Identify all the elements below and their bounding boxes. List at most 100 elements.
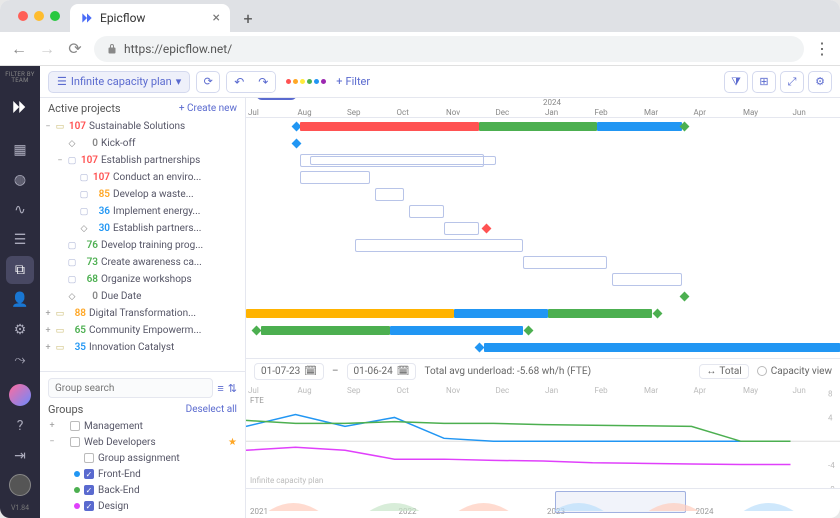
milestone-diamond-icon[interactable] xyxy=(680,292,690,302)
undo-button[interactable]: ↶ xyxy=(227,72,251,92)
tree-row[interactable]: ◇30Establish partners... xyxy=(40,220,245,237)
create-new-button[interactable]: + Create new xyxy=(179,103,237,114)
expand-button[interactable]: ⤢ xyxy=(780,71,804,93)
gantt-row[interactable] xyxy=(246,322,840,339)
tree-toggle-icon[interactable]: + xyxy=(44,343,52,353)
gantt-bar[interactable] xyxy=(390,326,524,335)
tree-toggle-icon[interactable]: + xyxy=(44,309,52,319)
address-bar[interactable]: https://epicflow.net/ xyxy=(94,36,804,62)
gantt-body[interactable] xyxy=(246,118,840,358)
gantt-row[interactable] xyxy=(246,339,840,356)
user-avatar-1[interactable] xyxy=(9,384,31,406)
gantt-row[interactable] xyxy=(246,152,840,169)
timeline-minimap[interactable]: 2021202220232024 xyxy=(246,488,840,518)
milestone-diamond-icon[interactable] xyxy=(251,326,261,336)
filter-button[interactable]: +Filter xyxy=(336,75,370,88)
nav-globe-icon[interactable]: ◍ xyxy=(6,166,34,194)
close-tab-icon[interactable]: × xyxy=(213,10,220,26)
redo-button[interactable]: ↷ xyxy=(251,72,275,92)
capacity-view-toggle[interactable]: Capacity view xyxy=(757,366,832,377)
tree-row[interactable]: ▢73Create awareness ca... xyxy=(40,254,245,271)
group-row[interactable]: ✓Design xyxy=(40,498,245,514)
deselect-all-button[interactable]: Deselect all xyxy=(186,404,237,415)
milestone-diamond-icon[interactable] xyxy=(652,309,662,319)
tree-row[interactable]: ▢85Develop a waste... xyxy=(40,186,245,203)
sort-icon[interactable]: ≡ xyxy=(217,382,223,395)
tree-row[interactable]: −▭107Sustainable Solutions xyxy=(40,118,245,135)
help-icon[interactable]: ? xyxy=(6,412,34,440)
capacity-plan-dropdown[interactable]: ☰ Infinite capacity plan ▾ xyxy=(48,71,190,93)
nav-flow-icon[interactable]: ⤳ xyxy=(6,346,34,374)
gantt-row[interactable] xyxy=(246,271,840,288)
nav-settings-icon[interactable]: ⚙ xyxy=(6,316,34,344)
tree-row[interactable]: ◇0Due Date xyxy=(40,288,245,305)
people-icon[interactable]: ⇅ xyxy=(228,382,237,395)
columns-button[interactable]: ⊞ xyxy=(752,71,776,93)
gantt-row[interactable] xyxy=(246,169,840,186)
maximize-window-icon[interactable] xyxy=(50,11,60,21)
gantt-bar[interactable] xyxy=(246,309,454,318)
gantt-row[interactable] xyxy=(246,237,840,254)
gantt-bar[interactable] xyxy=(484,343,840,352)
group-row[interactable]: ✓Front-End xyxy=(40,466,245,482)
gantt-row[interactable] xyxy=(246,288,840,305)
tree-row[interactable]: +▭35Innovation Catalyst xyxy=(40,339,245,356)
group-row[interactable]: ✓Back-End xyxy=(40,482,245,498)
minimize-window-icon[interactable] xyxy=(34,11,44,21)
logout-icon[interactable]: ⇥ xyxy=(6,442,34,470)
close-window-icon[interactable] xyxy=(18,11,28,21)
gantt-row[interactable] xyxy=(246,135,840,152)
gantt-row[interactable] xyxy=(246,254,840,271)
tree-row[interactable]: +▭65Community Empowerm... xyxy=(40,322,245,339)
group-row[interactable]: +Management xyxy=(40,418,245,434)
tree-toggle-icon[interactable]: − xyxy=(56,156,64,166)
tree-toggle-icon[interactable]: − xyxy=(44,122,52,132)
gantt-bar[interactable] xyxy=(261,326,390,335)
gantt-bar-outline[interactable] xyxy=(444,222,479,235)
milestone-diamond-icon[interactable] xyxy=(482,224,492,234)
milestone-diamond-icon[interactable] xyxy=(291,139,301,149)
gantt-bar-outline[interactable] xyxy=(300,171,369,184)
group-checkbox[interactable] xyxy=(84,453,94,463)
new-tab-button[interactable]: + xyxy=(236,6,260,30)
tree-row[interactable]: ◇0Kick-off xyxy=(40,135,245,152)
gantt-row[interactable] xyxy=(246,186,840,203)
nav-user-icon[interactable]: 👤 xyxy=(6,286,34,314)
nav-pulse-icon[interactable]: ∿ xyxy=(6,196,34,224)
browser-menu-button[interactable]: ⋮ xyxy=(814,39,830,58)
tree-row[interactable]: +▭88Digital Transformation... xyxy=(40,305,245,322)
browser-tab[interactable]: Epicflow × xyxy=(70,4,230,32)
gantt-bar[interactable] xyxy=(300,122,478,131)
group-row[interactable]: Group assignment xyxy=(40,450,245,466)
app-logo-icon[interactable] xyxy=(11,98,29,120)
funnel-button[interactable]: ⧩ xyxy=(724,71,748,93)
group-checkbox[interactable] xyxy=(70,437,80,447)
gantt-bar[interactable] xyxy=(548,309,652,318)
group-checkbox[interactable]: ✓ xyxy=(84,469,94,479)
gantt-bar-outline[interactable] xyxy=(523,256,607,269)
tree-row[interactable]: ▢76Develop training prog... xyxy=(40,237,245,254)
group-toggle-icon[interactable]: − xyxy=(48,437,56,447)
gantt-bar-outline[interactable] xyxy=(409,205,444,218)
group-search-input[interactable] xyxy=(48,378,213,398)
gantt-bar[interactable] xyxy=(597,122,681,131)
milestone-diamond-icon[interactable] xyxy=(524,326,534,336)
group-checkbox[interactable]: ✓ xyxy=(84,485,94,495)
gantt-row[interactable] xyxy=(246,118,840,135)
nav-list-icon[interactable]: ☰ xyxy=(6,226,34,254)
gantt-bar-outline[interactable] xyxy=(375,188,405,201)
gantt-bar-outline[interactable] xyxy=(310,156,496,165)
gear-button[interactable]: ⚙ xyxy=(808,71,832,93)
nav-gantt-icon[interactable]: ⧉ xyxy=(6,256,34,284)
back-button[interactable]: ← xyxy=(10,40,28,58)
forward-button[interactable]: → xyxy=(38,40,56,58)
nav-grid-icon[interactable]: ▦ xyxy=(6,136,34,164)
date-to-input[interactable]: 01-06-24 🗓 xyxy=(347,363,417,380)
group-row[interactable]: −Web Developers★ xyxy=(40,434,245,450)
milestone-diamond-icon[interactable] xyxy=(474,343,484,353)
tree-row[interactable]: −▢107Establish partnerships xyxy=(40,152,245,169)
tree-row[interactable]: ▢36Implement energy... xyxy=(40,203,245,220)
gantt-bar-outline[interactable] xyxy=(612,273,681,286)
group-checkbox[interactable] xyxy=(70,421,80,431)
total-toggle[interactable]: ↔ Total xyxy=(699,364,748,379)
